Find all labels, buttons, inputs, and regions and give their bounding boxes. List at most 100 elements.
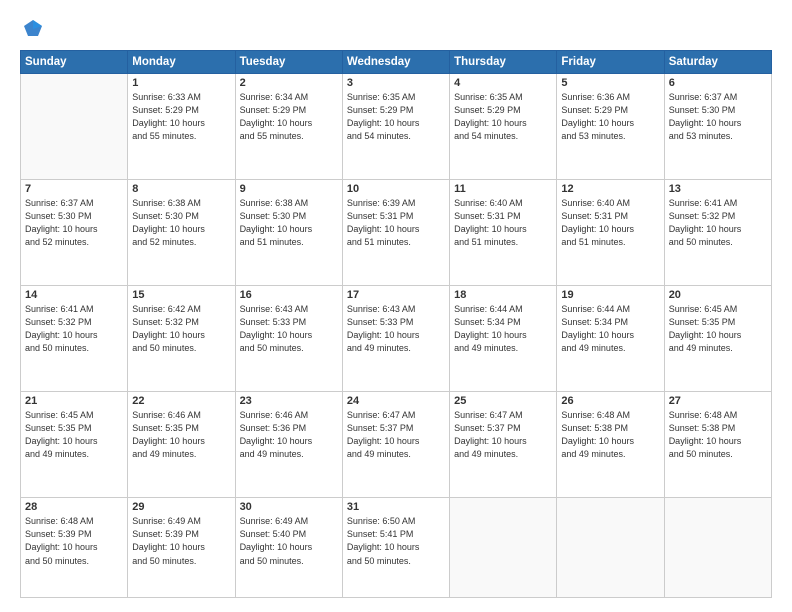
calendar-day-cell: 6 Sunrise: 6:37 AMSunset: 5:30 PMDaylight… — [664, 74, 771, 180]
calendar-day-cell: 14 Sunrise: 6:41 AMSunset: 5:32 PMDayligh… — [21, 286, 128, 392]
day-info-text: Sunrise: 6:50 AMSunset: 5:41 PMDaylight:… — [347, 515, 445, 567]
logo-flag-icon — [22, 18, 44, 40]
logo — [20, 18, 44, 40]
day-number: 19 — [561, 289, 659, 301]
calendar-day-cell — [21, 74, 128, 180]
day-info-text: Sunrise: 6:40 AMSunset: 5:31 PMDaylight:… — [454, 197, 552, 249]
day-info-text: Sunrise: 6:33 AMSunset: 5:29 PMDaylight:… — [132, 91, 230, 143]
calendar-week-row: 21 Sunrise: 6:45 AMSunset: 5:35 PMDayligh… — [21, 392, 772, 498]
day-info-text: Sunrise: 6:41 AMSunset: 5:32 PMDaylight:… — [669, 197, 767, 249]
day-info-text: Sunrise: 6:48 AMSunset: 5:38 PMDaylight:… — [669, 409, 767, 461]
day-info-text: Sunrise: 6:34 AMSunset: 5:29 PMDaylight:… — [240, 91, 338, 143]
day-number: 12 — [561, 183, 659, 195]
calendar-day-cell: 4Sunrise: 6:35 AMSunset: 5:29 PMDaylight… — [450, 74, 557, 180]
calendar-day-cell: 9 Sunrise: 6:38 AMSunset: 5:30 PMDaylight… — [235, 180, 342, 286]
calendar-day-cell: 2Sunrise: 6:34 AMSunset: 5:29 PMDaylight… — [235, 74, 342, 180]
calendar-day-cell: 21 Sunrise: 6:45 AMSunset: 5:35 PMDayligh… — [21, 392, 128, 498]
day-number: 24 — [347, 395, 445, 407]
weekday-header-monday: Monday — [128, 51, 235, 74]
calendar-day-cell: 24 Sunrise: 6:47 AMSunset: 5:37 PMDayligh… — [342, 392, 449, 498]
calendar-day-cell: 22 Sunrise: 6:46 AMSunset: 5:35 PMDayligh… — [128, 392, 235, 498]
day-number: 17 — [347, 289, 445, 301]
day-number: 22 — [132, 395, 230, 407]
day-number: 27 — [669, 395, 767, 407]
day-info-text: Sunrise: 6:38 AMSunset: 5:30 PMDaylight:… — [240, 197, 338, 249]
weekday-header-tuesday: Tuesday — [235, 51, 342, 74]
day-number: 21 — [25, 395, 123, 407]
day-number: 14 — [25, 289, 123, 301]
calendar-day-cell: 26Sunrise: 6:48 AMSunset: 5:38 PMDayligh… — [557, 392, 664, 498]
day-info-text: Sunrise: 6:40 AMSunset: 5:31 PMDaylight:… — [561, 197, 659, 249]
day-number: 25 — [454, 395, 552, 407]
day-number: 15 — [132, 289, 230, 301]
calendar-day-cell — [557, 498, 664, 598]
day-number: 9 — [240, 183, 338, 195]
day-info-text: Sunrise: 6:38 AMSunset: 5:30 PMDaylight:… — [132, 197, 230, 249]
calendar-week-row: 1Sunrise: 6:33 AMSunset: 5:29 PMDaylight… — [21, 74, 772, 180]
day-info-text: Sunrise: 6:36 AMSunset: 5:29 PMDaylight:… — [561, 91, 659, 143]
calendar-day-cell: 10 Sunrise: 6:39 AMSunset: 5:31 PMDayligh… — [342, 180, 449, 286]
calendar-day-cell: 7Sunrise: 6:37 AMSunset: 5:30 PMDaylight… — [21, 180, 128, 286]
calendar-day-cell: 13 Sunrise: 6:41 AMSunset: 5:32 PMDayligh… — [664, 180, 771, 286]
weekday-header-saturday: Saturday — [664, 51, 771, 74]
day-info-text: Sunrise: 6:43 AMSunset: 5:33 PMDaylight:… — [347, 303, 445, 355]
weekday-header-friday: Friday — [557, 51, 664, 74]
day-number: 6 — [669, 77, 767, 89]
day-number: 29 — [132, 501, 230, 513]
calendar-day-cell: 28 Sunrise: 6:48 AMSunset: 5:39 PMDayligh… — [21, 498, 128, 598]
weekday-header-thursday: Thursday — [450, 51, 557, 74]
calendar-day-cell: 15Sunrise: 6:42 AMSunset: 5:32 PMDayligh… — [128, 286, 235, 392]
day-info-text: Sunrise: 6:37 AMSunset: 5:30 PMDaylight:… — [669, 91, 767, 143]
day-info-text: Sunrise: 6:49 AMSunset: 5:39 PMDaylight:… — [132, 515, 230, 567]
calendar-day-cell: 31 Sunrise: 6:50 AMSunset: 5:41 PMDayligh… — [342, 498, 449, 598]
weekday-header-row: SundayMondayTuesdayWednesdayThursdayFrid… — [21, 51, 772, 74]
day-info-text: Sunrise: 6:49 AMSunset: 5:40 PMDaylight:… — [240, 515, 338, 567]
day-info-text: Sunrise: 6:44 AMSunset: 5:34 PMDaylight:… — [454, 303, 552, 355]
day-number: 13 — [669, 183, 767, 195]
weekday-header-wednesday: Wednesday — [342, 51, 449, 74]
calendar-day-cell: 5 Sunrise: 6:36 AMSunset: 5:29 PMDaylight… — [557, 74, 664, 180]
calendar-day-cell: 11 Sunrise: 6:40 AMSunset: 5:31 PMDayligh… — [450, 180, 557, 286]
header — [20, 18, 772, 40]
day-number: 5 — [561, 77, 659, 89]
day-number: 18 — [454, 289, 552, 301]
day-number: 20 — [669, 289, 767, 301]
calendar-day-cell: 19Sunrise: 6:44 AMSunset: 5:34 PMDayligh… — [557, 286, 664, 392]
calendar-table: SundayMondayTuesdayWednesdayThursdayFrid… — [20, 50, 772, 598]
day-info-text: Sunrise: 6:47 AMSunset: 5:37 PMDaylight:… — [454, 409, 552, 461]
day-number: 11 — [454, 183, 552, 195]
day-number: 3 — [347, 77, 445, 89]
calendar-day-cell: 20Sunrise: 6:45 AMSunset: 5:35 PMDayligh… — [664, 286, 771, 392]
day-number: 23 — [240, 395, 338, 407]
calendar-day-cell: 23 Sunrise: 6:46 AMSunset: 5:36 PMDayligh… — [235, 392, 342, 498]
day-info-text: Sunrise: 6:48 AMSunset: 5:38 PMDaylight:… — [561, 409, 659, 461]
day-number: 28 — [25, 501, 123, 513]
day-number: 7 — [25, 183, 123, 195]
day-number: 16 — [240, 289, 338, 301]
calendar-week-row: 14 Sunrise: 6:41 AMSunset: 5:32 PMDayligh… — [21, 286, 772, 392]
day-info-text: Sunrise: 6:46 AMSunset: 5:35 PMDaylight:… — [132, 409, 230, 461]
calendar-week-row: 28 Sunrise: 6:48 AMSunset: 5:39 PMDayligh… — [21, 498, 772, 598]
calendar-day-cell: 29 Sunrise: 6:49 AMSunset: 5:39 PMDayligh… — [128, 498, 235, 598]
day-info-text: Sunrise: 6:35 AMSunset: 5:29 PMDaylight:… — [454, 91, 552, 143]
calendar-day-cell — [450, 498, 557, 598]
day-number: 10 — [347, 183, 445, 195]
day-info-text: Sunrise: 6:46 AMSunset: 5:36 PMDaylight:… — [240, 409, 338, 461]
calendar-day-cell: 1Sunrise: 6:33 AMSunset: 5:29 PMDaylight… — [128, 74, 235, 180]
day-number: 31 — [347, 501, 445, 513]
calendar-day-cell: 8Sunrise: 6:38 AMSunset: 5:30 PMDaylight… — [128, 180, 235, 286]
weekday-header-sunday: Sunday — [21, 51, 128, 74]
calendar-day-cell: 3 Sunrise: 6:35 AMSunset: 5:29 PMDaylight… — [342, 74, 449, 180]
calendar-day-cell: 17 Sunrise: 6:43 AMSunset: 5:33 PMDayligh… — [342, 286, 449, 392]
day-info-text: Sunrise: 6:45 AMSunset: 5:35 PMDaylight:… — [25, 409, 123, 461]
page: SundayMondayTuesdayWednesdayThursdayFrid… — [0, 0, 792, 612]
day-info-text: Sunrise: 6:39 AMSunset: 5:31 PMDaylight:… — [347, 197, 445, 249]
day-info-text: Sunrise: 6:35 AMSunset: 5:29 PMDaylight:… — [347, 91, 445, 143]
calendar-day-cell — [664, 498, 771, 598]
day-info-text: Sunrise: 6:48 AMSunset: 5:39 PMDaylight:… — [25, 515, 123, 567]
day-info-text: Sunrise: 6:41 AMSunset: 5:32 PMDaylight:… — [25, 303, 123, 355]
calendar-day-cell: 18 Sunrise: 6:44 AMSunset: 5:34 PMDayligh… — [450, 286, 557, 392]
day-info-text: Sunrise: 6:47 AMSunset: 5:37 PMDaylight:… — [347, 409, 445, 461]
calendar-day-cell: 16Sunrise: 6:43 AMSunset: 5:33 PMDayligh… — [235, 286, 342, 392]
calendar-day-cell: 25 Sunrise: 6:47 AMSunset: 5:37 PMDayligh… — [450, 392, 557, 498]
